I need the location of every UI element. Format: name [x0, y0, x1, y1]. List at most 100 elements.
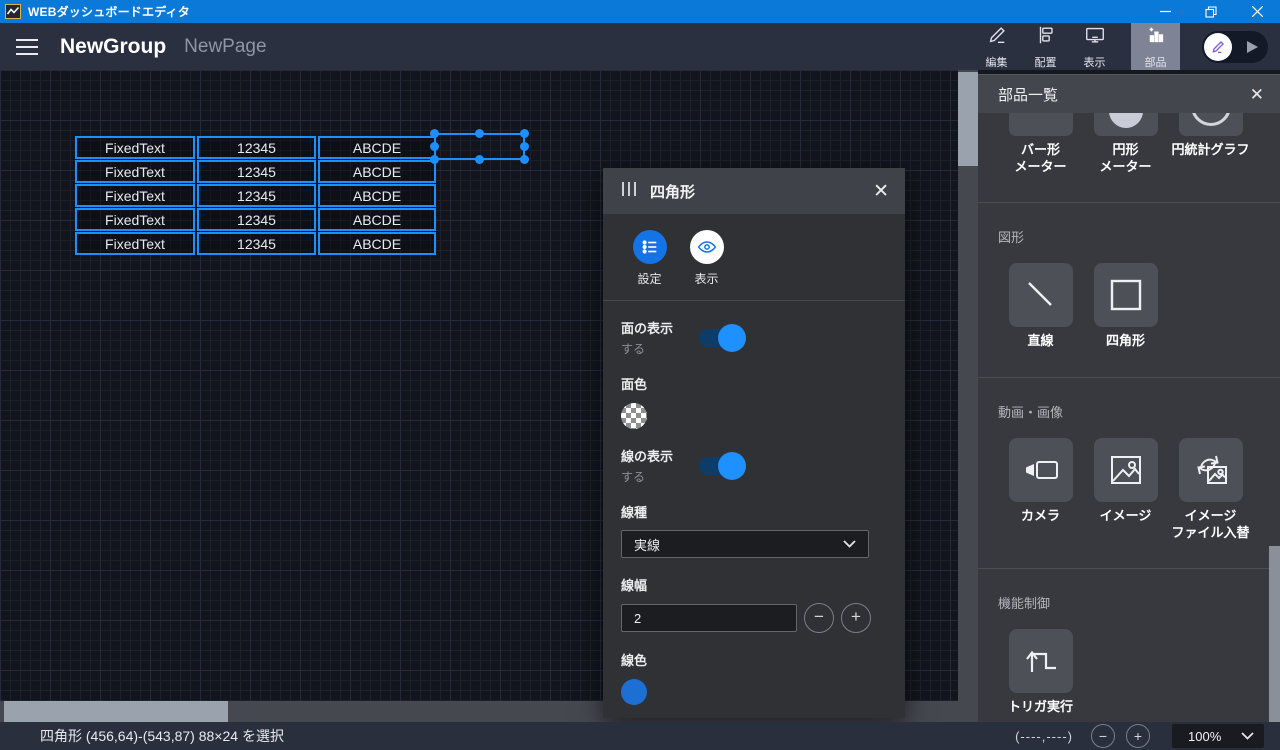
- main-area: FixedText12345ABCDEFixedText12345ABCDEFi…: [0, 70, 1280, 722]
- part-item-circle-meter[interactable]: 円形 メーター: [1083, 113, 1168, 176]
- header-toolbar: 編集 配置 表示 部品: [972, 23, 1280, 70]
- tab-view[interactable]: 表示: [678, 230, 735, 287]
- vertical-scrollbar-thumb[interactable]: [958, 72, 978, 166]
- line-display-field: 線の表示 する: [621, 446, 887, 485]
- table-cell[interactable]: 12345: [197, 136, 316, 159]
- edit-run-mode-toggle[interactable]: [1202, 31, 1268, 63]
- table-cell[interactable]: FixedText: [75, 136, 195, 159]
- window-titlebar: WEBダッシュボードエディタ: [0, 0, 1280, 23]
- face-color-field: 面色: [621, 374, 887, 429]
- properties-panel-title: 四角形: [650, 181, 695, 202]
- part-item-image[interactable]: イメージ: [1083, 438, 1168, 542]
- line-color-swatch[interactable]: [621, 679, 647, 705]
- zoom-out-button[interactable]: −: [1091, 724, 1115, 748]
- horizontal-scrollbar-thumb[interactable]: [4, 701, 228, 722]
- table-cell[interactable]: FixedText: [75, 184, 195, 207]
- minimize-button[interactable]: [1142, 0, 1188, 23]
- line-type-label: 線種: [621, 502, 887, 521]
- table-row: FixedText12345ABCDE: [75, 184, 436, 208]
- selection-handle[interactable]: [430, 142, 439, 151]
- table-cell[interactable]: 12345: [197, 208, 316, 231]
- rectangle-icon: [1094, 263, 1158, 327]
- table-cell[interactable]: ABCDE: [318, 184, 436, 207]
- line-width-input[interactable]: 2: [621, 604, 797, 632]
- function-section: 機能制御 トリガ実行: [978, 568, 1280, 722]
- table-cell[interactable]: 12345: [197, 184, 316, 207]
- part-item-line[interactable]: 直線: [998, 263, 1083, 350]
- parts-panel: 部品一覧 ✕ バー形 メーター 円形 メーター 円統計グラフ: [978, 74, 1280, 722]
- line-type-select[interactable]: 実線: [621, 530, 869, 558]
- canvas-vertical-scrollbar[interactable]: [958, 70, 978, 701]
- tab-settings[interactable]: 設定: [621, 230, 678, 287]
- zoom-in-button[interactable]: +: [1126, 724, 1150, 748]
- properties-panel-close-button[interactable]: ✕: [873, 182, 889, 201]
- line-display-label: 線の表示: [621, 446, 673, 465]
- zoom-level-select[interactable]: 100%: [1172, 724, 1264, 748]
- play-icon: [1247, 41, 1258, 53]
- part-item-trigger[interactable]: トリガ実行: [998, 629, 1083, 716]
- parts-tool-button[interactable]: 部品: [1131, 23, 1180, 70]
- group-name[interactable]: NewGroup: [60, 35, 166, 59]
- face-display-toggle[interactable]: [699, 329, 743, 347]
- selection-handle[interactable]: [430, 129, 439, 138]
- table-cell[interactable]: ABCDE: [318, 160, 436, 183]
- close-button[interactable]: [1234, 0, 1280, 23]
- table-cell[interactable]: ABCDE: [318, 136, 436, 159]
- selection-handle[interactable]: [475, 129, 484, 138]
- face-color-swatch[interactable]: [621, 403, 647, 429]
- face-color-label: 面色: [621, 374, 887, 393]
- page-name[interactable]: NewPage: [184, 36, 266, 58]
- drag-handle-icon[interactable]: [621, 181, 639, 202]
- part-item-camera[interactable]: カメラ: [998, 438, 1083, 542]
- properties-panel-header[interactable]: 四角形 ✕: [603, 168, 905, 214]
- part-item-rectangle[interactable]: 四角形: [1083, 263, 1168, 350]
- line-width-increase-button[interactable]: +: [841, 603, 871, 633]
- hamburger-menu-button[interactable]: [14, 32, 50, 62]
- parts-panel-close-button[interactable]: ✕: [1250, 86, 1264, 103]
- line-display-state: する: [621, 468, 673, 485]
- settings-list-icon: [633, 230, 667, 264]
- table-row: FixedText12345ABCDE: [75, 160, 436, 184]
- selection-handle[interactable]: [430, 155, 439, 164]
- zoom-level-value: 100%: [1188, 729, 1221, 744]
- part-item-pie-chart[interactable]: 円統計グラフ: [1168, 113, 1253, 176]
- camera-icon: [1009, 438, 1073, 502]
- selection-handle[interactable]: [520, 129, 529, 138]
- part-item-image-swap[interactable]: イメージ ファイル入替: [1168, 438, 1253, 542]
- selected-rectangle[interactable]: [434, 133, 525, 160]
- selection-handle[interactable]: [520, 142, 529, 151]
- image-icon: [1094, 438, 1158, 502]
- edit-mode-knob: [1204, 33, 1232, 61]
- table-cell[interactable]: ABCDE: [318, 208, 436, 231]
- table-row: FixedText12345ABCDE: [75, 208, 436, 232]
- part-item-bar-meter[interactable]: バー形 メーター: [998, 113, 1083, 176]
- parts-panel-header: 部品一覧 ✕: [978, 75, 1280, 113]
- restore-button[interactable]: [1188, 0, 1234, 23]
- image-swap-icon: [1179, 438, 1243, 502]
- properties-tabs: 設定 表示: [621, 230, 887, 287]
- table-cell[interactable]: FixedText: [75, 160, 195, 183]
- parts-chart-icon: [1145, 24, 1167, 51]
- line-width-decrease-button[interactable]: −: [804, 603, 834, 633]
- parts-panel-title: 部品一覧: [998, 84, 1058, 105]
- parts-panel-scrollbar-thumb[interactable]: [1269, 546, 1280, 723]
- table-cell[interactable]: ABCDE: [318, 232, 436, 255]
- table-cell[interactable]: FixedText: [75, 208, 195, 231]
- monitor-icon: [1084, 24, 1106, 51]
- table-cell[interactable]: FixedText: [75, 232, 195, 255]
- function-section-label: 機能制御: [998, 593, 1280, 612]
- display-tool-button[interactable]: 表示: [1070, 23, 1119, 70]
- edit-tool-button[interactable]: 編集: [972, 23, 1021, 70]
- edit-tool-label: 編集: [986, 54, 1008, 70]
- properties-panel: 四角形 ✕ 設定 表示: [603, 168, 905, 718]
- table-cell[interactable]: 12345: [197, 160, 316, 183]
- line-display-toggle[interactable]: [699, 457, 743, 475]
- shapes-section-label: 図形: [998, 227, 1280, 246]
- table-row: FixedText12345ABCDE: [75, 232, 436, 256]
- selection-handle[interactable]: [475, 155, 484, 164]
- selection-handle[interactable]: [520, 155, 529, 164]
- table-cell[interactable]: 12345: [197, 232, 316, 255]
- arrange-tool-button[interactable]: 配置: [1021, 23, 1070, 70]
- line-width-field: 線幅 2 − +: [621, 575, 887, 633]
- shapes-section: 図形 直線 四角形: [978, 202, 1280, 377]
